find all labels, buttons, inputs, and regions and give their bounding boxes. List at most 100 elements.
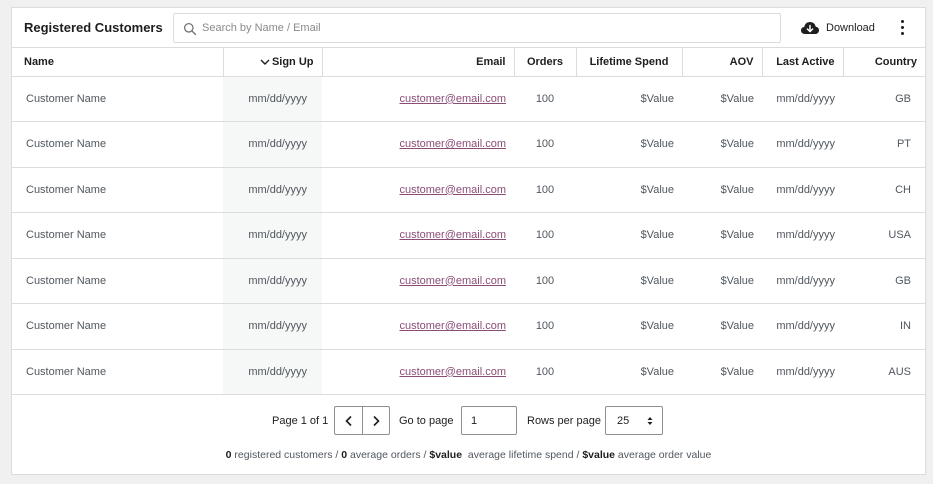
page-title: Registered Customers bbox=[24, 20, 163, 35]
country-cell: PT bbox=[843, 121, 925, 168]
table-row: Customer Name mm/dd/yyyy customer@email.co… bbox=[12, 349, 925, 395]
country-cell: GB bbox=[843, 258, 925, 304]
aov-cell: $Value bbox=[682, 303, 762, 350]
summary-customers-text: registered customers / bbox=[231, 449, 342, 461]
summary-order-value: $value bbox=[582, 449, 616, 461]
lifetime-spend-cell: $Value bbox=[576, 303, 682, 350]
customer-name-cell: Customer Name bbox=[12, 258, 223, 304]
customer-name-cell: Customer Name bbox=[12, 121, 223, 168]
sign-up-date-cell: mm/dd/yyyy bbox=[223, 258, 322, 304]
summary-order-text: average order value bbox=[615, 449, 712, 461]
last-active-cell: mm/dd/yyyy bbox=[762, 167, 843, 213]
aov-cell: $Value bbox=[682, 121, 762, 168]
download-label: Download bbox=[826, 22, 875, 34]
lifetime-spend-cell: $Value bbox=[576, 349, 682, 395]
page-nav bbox=[334, 406, 390, 435]
column-header-orders[interactable]: Orders bbox=[514, 48, 577, 77]
email-cell: customer@email.com bbox=[322, 76, 514, 122]
chevron-left-icon bbox=[344, 415, 352, 426]
page-indicator: Page 1 of 1 bbox=[272, 415, 329, 427]
customer-name-cell: Customer Name bbox=[12, 76, 223, 122]
lifetime-spend-cell: $Value bbox=[576, 167, 682, 213]
column-header-sign-up[interactable]: Sign Up bbox=[223, 48, 323, 77]
table-row: Customer Name mm/dd/yyyy customer@email.co… bbox=[12, 167, 925, 213]
summary-lifetime-text: average lifetime spend / bbox=[462, 449, 583, 461]
table-row: Customer Name mm/dd/yyyy customer@email.co… bbox=[12, 76, 925, 122]
chevron-right-icon bbox=[373, 415, 380, 426]
email-link[interactable]: customer@email.com bbox=[399, 229, 506, 241]
lifetime-spend-cell: $Value bbox=[576, 212, 682, 259]
last-active-cell: mm/dd/yyyy bbox=[762, 121, 843, 168]
column-header-name[interactable]: Name bbox=[12, 48, 224, 77]
sign-up-date-cell: mm/dd/yyyy bbox=[223, 212, 322, 259]
rows-per-page-select[interactable]: 25 bbox=[605, 406, 663, 435]
orders-cell: 100 bbox=[514, 76, 576, 122]
previous-page-button[interactable] bbox=[335, 407, 362, 434]
lifetime-spend-cell: $Value bbox=[576, 258, 682, 304]
aov-cell: $Value bbox=[682, 349, 762, 395]
customers-panel: Registered Customers Download Na bbox=[11, 7, 926, 475]
summary-lifetime-value: $value bbox=[429, 449, 463, 461]
email-link[interactable]: customer@email.com bbox=[399, 366, 506, 378]
orders-cell: 100 bbox=[514, 258, 576, 304]
search-box[interactable] bbox=[173, 13, 781, 43]
go-to-page-input[interactable] bbox=[461, 406, 517, 435]
summary-stats: 0 registered customers / 0 average order… bbox=[12, 449, 925, 461]
last-active-cell: mm/dd/yyyy bbox=[762, 303, 843, 350]
email-link[interactable]: customer@email.com bbox=[399, 275, 506, 287]
email-link[interactable]: customer@email.com bbox=[399, 320, 506, 332]
summary-orders-text: average orders / bbox=[347, 449, 430, 461]
aov-cell: $Value bbox=[682, 76, 762, 122]
table-row: Customer Name mm/dd/yyyy customer@email.co… bbox=[12, 258, 925, 304]
email-cell: customer@email.com bbox=[322, 258, 514, 304]
orders-cell: 100 bbox=[514, 121, 576, 168]
column-header-email[interactable]: Email bbox=[322, 48, 515, 77]
country-cell: USA bbox=[843, 212, 925, 259]
sign-up-date-cell: mm/dd/yyyy bbox=[223, 349, 322, 395]
next-page-button[interactable] bbox=[362, 407, 389, 434]
column-header-sign-up-label: Sign Up bbox=[271, 55, 314, 68]
column-header-lifetime-spend[interactable]: Lifetime Spend bbox=[576, 48, 683, 77]
sort-descending-icon bbox=[260, 59, 270, 65]
email-link[interactable]: customer@email.com bbox=[399, 184, 506, 196]
email-cell: customer@email.com bbox=[322, 349, 514, 395]
email-cell: customer@email.com bbox=[322, 212, 514, 259]
rows-per-page-value: 25 bbox=[617, 415, 630, 427]
aov-cell: $Value bbox=[682, 258, 762, 304]
more-options-button[interactable] bbox=[896, 19, 908, 39]
sign-up-date-cell: mm/dd/yyyy bbox=[223, 76, 322, 122]
customer-name-cell: Customer Name bbox=[12, 167, 223, 213]
table-row: Customer Name mm/dd/yyyy customer@email.co… bbox=[12, 212, 925, 259]
customers-table: Name Sign Up Email Orders Lifetime Spend… bbox=[12, 48, 925, 395]
customer-name-cell: Customer Name bbox=[12, 349, 223, 395]
column-header-country[interactable]: Country bbox=[843, 48, 925, 77]
cloud-download-icon bbox=[801, 22, 819, 34]
lifetime-spend-cell: $Value bbox=[576, 76, 682, 122]
pagination: Page 1 of 1 Go to page Rows per page 25 bbox=[12, 406, 925, 436]
last-active-cell: mm/dd/yyyy bbox=[762, 349, 843, 395]
search-icon bbox=[183, 22, 197, 36]
email-link[interactable]: customer@email.com bbox=[399, 93, 506, 105]
orders-cell: 100 bbox=[514, 212, 576, 259]
orders-cell: 100 bbox=[514, 303, 576, 350]
country-cell: IN bbox=[843, 303, 925, 350]
sign-up-date-cell: mm/dd/yyyy bbox=[223, 121, 322, 168]
go-to-page-label: Go to page bbox=[399, 415, 454, 427]
select-arrows-icon bbox=[647, 417, 653, 425]
table-row: Customer Name mm/dd/yyyy customer@email.co… bbox=[12, 121, 925, 168]
vertical-ellipsis-icon bbox=[896, 20, 908, 35]
customer-name-cell: Customer Name bbox=[12, 303, 223, 350]
column-header-aov[interactable]: AOV bbox=[682, 48, 763, 77]
table-header-row: Name Sign Up Email Orders Lifetime Spend… bbox=[12, 48, 925, 77]
orders-cell: 100 bbox=[514, 349, 576, 395]
column-header-last-active[interactable]: Last Active bbox=[762, 48, 844, 77]
search-input[interactable] bbox=[202, 18, 772, 38]
customer-name-cell: Customer Name bbox=[12, 212, 223, 259]
rows-per-page-label: Rows per page bbox=[527, 415, 601, 427]
download-button[interactable]: Download bbox=[800, 17, 875, 39]
country-cell: GB bbox=[843, 76, 925, 122]
email-cell: customer@email.com bbox=[322, 303, 514, 350]
panel-header: Registered Customers Download bbox=[12, 8, 925, 48]
orders-cell: 100 bbox=[514, 167, 576, 213]
email-link[interactable]: customer@email.com bbox=[399, 138, 506, 150]
